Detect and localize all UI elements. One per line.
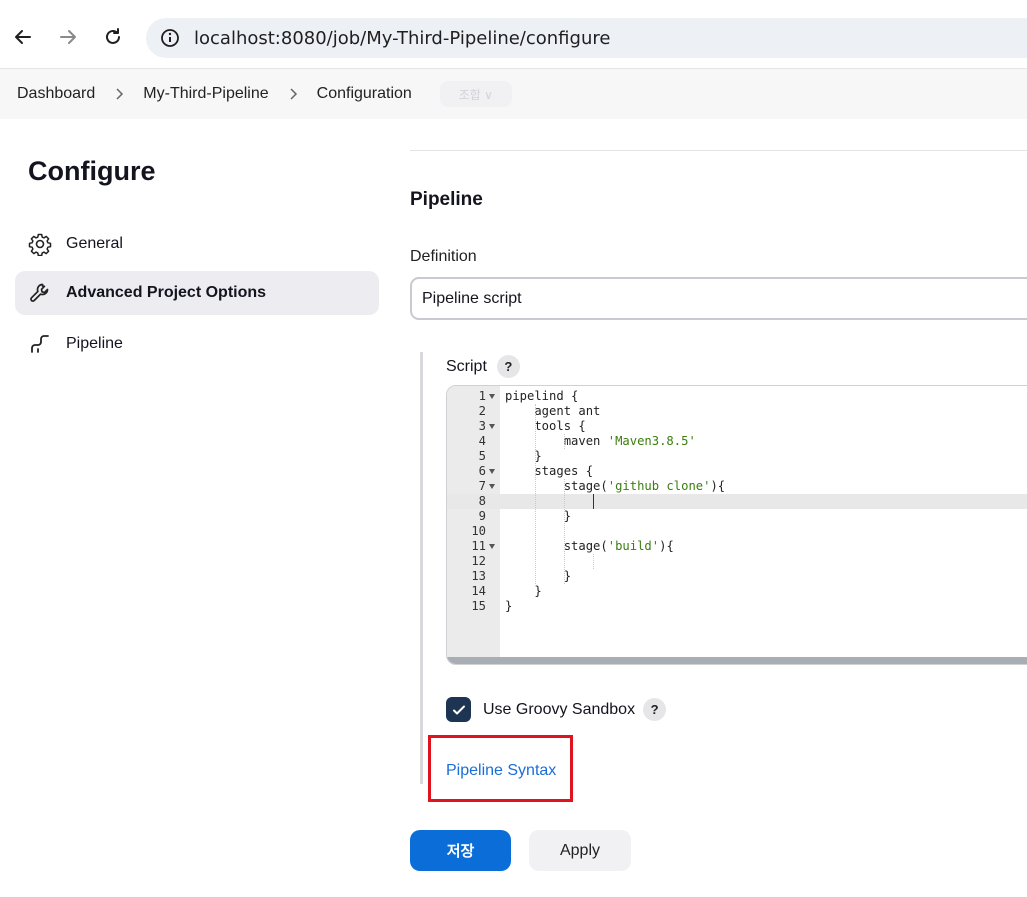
fold-arrow-icon[interactable] bbox=[489, 484, 495, 489]
code-text: stage('build'){ bbox=[505, 539, 674, 553]
sidebar-item-advanced-project-options[interactable]: Advanced Project Options bbox=[15, 271, 379, 315]
gear-icon bbox=[28, 233, 52, 256]
reload-button[interactable] bbox=[98, 22, 128, 52]
arrow-right-icon bbox=[60, 30, 76, 44]
pipeline-icon bbox=[31, 335, 49, 353]
code-line: 14 } bbox=[447, 584, 1027, 599]
section-title: Pipeline bbox=[410, 189, 483, 210]
line-number: 9 bbox=[478, 509, 486, 523]
line-number: 3 bbox=[478, 419, 486, 433]
sandbox-help-button[interactable]: ? bbox=[643, 698, 667, 721]
save-button[interactable]: 저장 bbox=[410, 830, 511, 871]
code-text: pipelind { bbox=[505, 389, 579, 403]
indent-guide bbox=[535, 404, 536, 584]
code-line: 1 pipelind { bbox=[447, 389, 1027, 404]
breadcrumb-dashboard[interactable]: Dashboard bbox=[17, 85, 95, 103]
page-title: Configure bbox=[28, 156, 156, 186]
apply-button[interactable]: Apply bbox=[529, 830, 631, 871]
code-line: 8 bbox=[447, 494, 1027, 509]
wrench-icon bbox=[30, 283, 49, 302]
sidebar-item-label: General bbox=[66, 235, 123, 252]
browser-toolbar: localhost:8080/job/My-Third-Pipeline/con… bbox=[0, 0, 1027, 68]
code-line: 9 } bbox=[447, 509, 1027, 524]
code-line: 3 tools { bbox=[447, 419, 1027, 434]
groovy-sandbox-option: Use Groovy Sandbox ? bbox=[446, 697, 667, 722]
fold-arrow-icon[interactable] bbox=[489, 424, 495, 429]
line-number: 5 bbox=[478, 449, 486, 463]
code-line: 4 maven 'Maven3.8.5' bbox=[447, 434, 1027, 449]
sidebar-item-general[interactable]: General bbox=[15, 222, 379, 266]
reload-icon bbox=[106, 28, 120, 44]
checkmark-icon bbox=[452, 705, 465, 714]
forward-button[interactable] bbox=[53, 22, 83, 52]
sidebar-item-pipeline[interactable]: Pipeline bbox=[15, 322, 379, 366]
code-line: 7 stage('github clone'){ bbox=[447, 479, 1027, 494]
pipeline-syntax-link[interactable]: Pipeline Syntax bbox=[446, 762, 556, 780]
script-label: Script bbox=[446, 357, 487, 375]
line-number: 15 bbox=[471, 599, 486, 613]
chevron-right-icon bbox=[290, 88, 297, 100]
line-number: 6 bbox=[478, 464, 486, 478]
groovy-sandbox-checkbox[interactable] bbox=[446, 697, 471, 722]
back-button[interactable] bbox=[8, 22, 38, 52]
line-number: 10 bbox=[471, 524, 486, 538]
code-text: } bbox=[505, 599, 513, 613]
code-text: } bbox=[505, 509, 572, 523]
code-text: } bbox=[505, 569, 572, 583]
code-line: 13 } bbox=[447, 569, 1027, 584]
code-line: 5 } bbox=[447, 449, 1027, 464]
line-number: 2 bbox=[478, 404, 486, 418]
script-help-button[interactable]: ? bbox=[496, 355, 520, 378]
code-text: stages { bbox=[505, 464, 594, 478]
url-text: localhost:8080/job/My-Third-Pipeline/con… bbox=[194, 27, 611, 49]
code-text: } bbox=[505, 449, 542, 463]
sidebar-item-label: Advanced Project Options bbox=[66, 284, 267, 301]
section-divider bbox=[410, 150, 1027, 151]
line-number: 7 bbox=[478, 479, 486, 493]
definition-select[interactable]: Pipeline script bbox=[410, 277, 1027, 320]
fold-arrow-icon[interactable] bbox=[489, 394, 495, 399]
code-line: 12 bbox=[447, 554, 1027, 569]
script-field-label: Script ? bbox=[446, 355, 520, 378]
editor-horizontal-scrollbar[interactable] bbox=[447, 657, 1027, 664]
breadcrumb: Dashboard My-Third-Pipeline Configuratio… bbox=[0, 68, 1027, 119]
code-text: stage('github clone'){ bbox=[505, 479, 726, 493]
address-bar[interactable]: localhost:8080/job/My-Third-Pipeline/con… bbox=[146, 18, 1027, 58]
definition-label: Definition bbox=[410, 248, 477, 265]
breadcrumb-job[interactable]: My-Third-Pipeline bbox=[143, 85, 268, 103]
chevron-right-icon bbox=[116, 88, 124, 100]
code-line: 2 agent ant bbox=[447, 404, 1027, 419]
arrow-left-icon bbox=[15, 30, 31, 44]
line-number: 4 bbox=[478, 434, 486, 448]
code-line: 15} bbox=[447, 599, 1027, 614]
code-line: 6 stages { bbox=[447, 464, 1027, 479]
fold-arrow-icon[interactable] bbox=[489, 544, 495, 549]
breadcrumb-dropdown[interactable]: 조합 ∨ bbox=[439, 81, 512, 107]
code-text: } bbox=[505, 584, 542, 598]
code-text: maven 'Maven3.8.5' bbox=[505, 434, 696, 448]
code-text: tools { bbox=[505, 419, 586, 433]
info-icon[interactable] bbox=[160, 28, 180, 48]
indent-guide bbox=[593, 554, 594, 569]
code-text: agent ant bbox=[505, 404, 601, 418]
line-number: 13 bbox=[471, 569, 486, 583]
line-number: 12 bbox=[471, 554, 486, 568]
line-number: 14 bbox=[471, 584, 486, 598]
script-editor[interactable]: 1 pipelind {2 agent ant 3 tools {4 maven '… bbox=[446, 385, 1027, 665]
text-cursor bbox=[593, 494, 594, 509]
nested-section-rail bbox=[420, 352, 423, 784]
line-number: 1 bbox=[478, 389, 486, 403]
definition-value: Pipeline script bbox=[422, 289, 522, 307]
code-line: 10 bbox=[447, 524, 1027, 539]
indent-guide bbox=[564, 479, 565, 584]
indent-guide bbox=[564, 434, 565, 449]
code-line: 11 stage('build'){ bbox=[447, 539, 1027, 554]
groovy-sandbox-label: Use Groovy Sandbox bbox=[483, 700, 636, 718]
line-number: 8 bbox=[478, 494, 486, 508]
breadcrumb-configuration[interactable]: Configuration bbox=[317, 85, 412, 103]
fold-arrow-icon[interactable] bbox=[489, 469, 495, 474]
sidebar-item-label: Pipeline bbox=[66, 335, 123, 352]
line-number: 11 bbox=[471, 539, 486, 553]
